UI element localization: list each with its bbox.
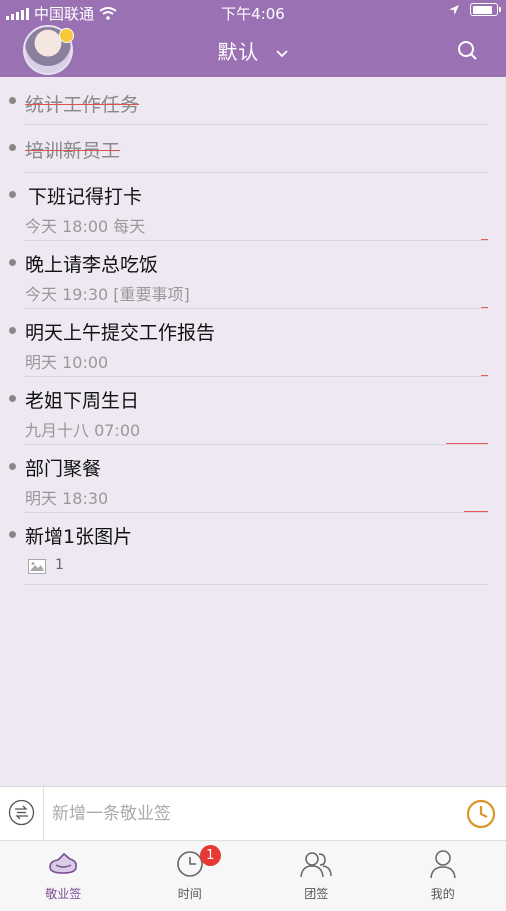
task-title: 下班记得打卡: [28, 182, 142, 209]
tab-label: 我的: [380, 885, 506, 902]
tab-label: 时间: [127, 885, 254, 902]
task-title: 新增1张图片: [25, 522, 132, 549]
chevron-down-icon: [275, 49, 289, 59]
task-title: 明天上午提交工作报告: [25, 318, 215, 345]
list-item[interactable]: 明天上午提交工作报告 明天 10:00: [0, 309, 506, 377]
team-icon: [299, 849, 333, 879]
divider: [43, 787, 44, 840]
task-reminder: 今天 18:00 每天: [25, 213, 145, 237]
list-item[interactable]: 新增1张图片 1: [0, 513, 506, 585]
task-reminder: 明天 18:30: [25, 485, 108, 509]
list-item[interactable]: 统计工作任务: [0, 77, 506, 125]
divider: [24, 584, 488, 585]
task-title: 晚上请李总吃饭: [25, 250, 158, 277]
tab-mine[interactable]: 我的: [380, 841, 506, 911]
status-bar: 中国联通 下午4:06: [0, 0, 506, 24]
tab-label: 团签: [253, 885, 380, 902]
new-note-input[interactable]: [50, 799, 454, 829]
task-reminder: 今天 19:30 [重要事项]: [25, 281, 190, 305]
page-title: 默认: [217, 40, 259, 64]
location-arrow-icon: [448, 4, 460, 16]
list-item[interactable]: 培训新员工: [0, 125, 506, 173]
notification-badge: 1: [200, 845, 221, 866]
task-title: 部门聚餐: [25, 454, 101, 481]
task-title: 培训新员工: [25, 136, 120, 163]
search-icon[interactable]: [457, 40, 478, 61]
user-icon: [428, 849, 458, 879]
bullet-dot: [9, 259, 16, 266]
list-item[interactable]: 下班记得打卡 今天 18:00 每天: [0, 173, 506, 241]
list-item[interactable]: 老姐下周生日 九月十八 07:00: [0, 377, 506, 445]
tab-bar: 敬业签 1 时间 团签 我的: [0, 840, 506, 911]
tab-label: 敬业签: [0, 885, 127, 902]
category-selector[interactable]: 默认: [0, 36, 506, 65]
bullet-dot: [9, 191, 16, 198]
tab-team[interactable]: 团签: [253, 841, 380, 911]
task-reminder: 九月十八 07:00: [25, 417, 140, 441]
new-note-bar: [0, 786, 506, 840]
list-item[interactable]: 部门聚餐 明天 18:30: [0, 445, 506, 513]
bullet-dot: [9, 327, 16, 334]
bullet-dot: [9, 531, 16, 538]
task-reminder: 明天 10:00: [25, 349, 108, 373]
reminder-clock-icon[interactable]: [466, 799, 496, 829]
bullet-dot: [9, 144, 16, 151]
battery-icon: [470, 3, 498, 16]
bullet-dot: [9, 97, 16, 104]
tab-jingyeqian[interactable]: 敬业签: [0, 841, 127, 911]
list-item[interactable]: 晚上请李总吃饭 今天 19:30 [重要事项]: [0, 241, 506, 309]
status-time: 下午4:06: [0, 3, 506, 24]
task-title: 统计工作任务: [25, 90, 139, 117]
image-icon: [28, 559, 46, 574]
switch-mode-icon[interactable]: [8, 799, 35, 826]
bullet-dot: [9, 463, 16, 470]
task-title: 老姐下周生日: [25, 386, 139, 413]
tab-time[interactable]: 1 时间: [127, 841, 254, 911]
bullet-dot: [9, 395, 16, 402]
image-count: 1: [55, 557, 64, 573]
notes-icon: [46, 849, 80, 879]
app-header: 中国联通 下午4:06 默认: [0, 0, 506, 77]
